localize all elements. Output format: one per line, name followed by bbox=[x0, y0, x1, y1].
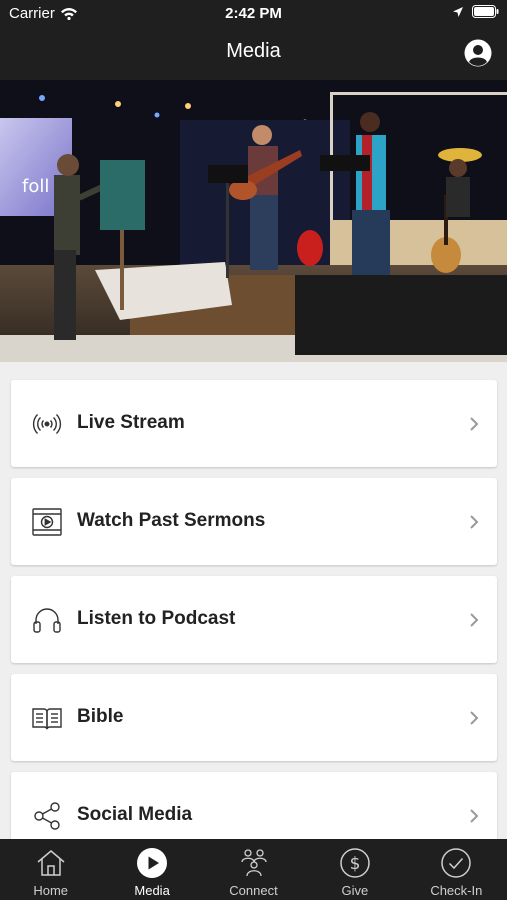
tab-home[interactable]: Home bbox=[0, 839, 101, 900]
battery-icon bbox=[472, 5, 499, 18]
check-icon bbox=[441, 848, 472, 878]
nav-bar: Media bbox=[0, 28, 507, 80]
chevron-right-icon bbox=[470, 809, 479, 823]
social-media-item[interactable]: Social Media bbox=[11, 772, 497, 839]
status-bar: Carrier 2:42 PM bbox=[0, 0, 507, 28]
chevron-right-icon bbox=[470, 417, 479, 431]
dollar-icon: $ bbox=[340, 848, 370, 878]
tab-give[interactable]: $ Give bbox=[304, 839, 405, 900]
play-icon bbox=[137, 848, 168, 878]
svg-text:$: $ bbox=[350, 854, 361, 874]
tab-label: Check-In bbox=[430, 883, 483, 898]
tab-label: Connect bbox=[229, 883, 278, 898]
tab-connect[interactable]: Connect bbox=[203, 839, 304, 900]
headphones-icon bbox=[33, 608, 61, 633]
tab-check-in[interactable]: Check-In bbox=[406, 839, 507, 900]
chevron-right-icon bbox=[470, 613, 479, 627]
people-icon bbox=[240, 849, 267, 877]
worship-band-photo: foll bbox=[0, 80, 507, 362]
tab-label: Media bbox=[134, 883, 170, 898]
svg-text:foll: foll bbox=[22, 176, 49, 197]
menu-item-label: Live Stream bbox=[77, 412, 185, 433]
watch-past-sermons-item[interactable]: Watch Past Sermons bbox=[11, 478, 497, 565]
video-play-icon bbox=[32, 508, 62, 536]
chevron-right-icon bbox=[470, 515, 479, 529]
tab-media[interactable]: Media bbox=[101, 839, 202, 900]
live-stream-item[interactable]: Live Stream bbox=[11, 380, 497, 467]
profile-icon[interactable] bbox=[464, 39, 492, 67]
listen-to-podcast-item[interactable]: Listen to Podcast bbox=[11, 576, 497, 663]
tab-label: Give bbox=[341, 883, 369, 898]
menu-item-label: Social Media bbox=[77, 804, 193, 825]
open-book-icon bbox=[32, 708, 62, 730]
media-menu-list: Live Stream Watch Past Sermons Listen to… bbox=[0, 362, 507, 839]
location-arrow-icon bbox=[453, 6, 463, 17]
menu-item-label: Listen to Podcast bbox=[77, 608, 236, 629]
tab-bar: Home Media Connect $ Give Check-In bbox=[0, 839, 507, 900]
hero-image: foll bbox=[0, 80, 507, 362]
page-title: Media bbox=[226, 40, 281, 62]
home-icon bbox=[37, 850, 65, 876]
chevron-right-icon bbox=[470, 711, 479, 725]
menu-item-label: Bible bbox=[77, 706, 124, 727]
status-time: 2:42 PM bbox=[225, 5, 282, 22]
share-icon bbox=[34, 802, 60, 830]
status-right bbox=[452, 5, 499, 18]
tab-label: Home bbox=[33, 883, 69, 898]
broadcast-icon bbox=[32, 414, 62, 434]
menu-item-label: Watch Past Sermons bbox=[77, 510, 266, 531]
bible-item[interactable]: Bible bbox=[11, 674, 497, 761]
